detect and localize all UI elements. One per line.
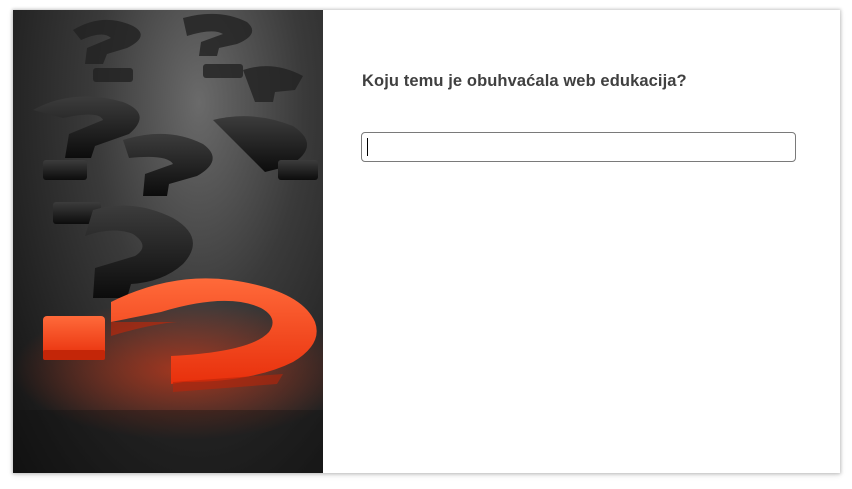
question-text: Koju temu je obuhvaćala web edukacija? [362,72,687,90]
text-cursor [367,138,368,156]
question-panel: Koju temu je obuhvaćala web edukacija? [323,10,840,473]
answer-input[interactable] [361,132,796,162]
question-marks-illustration [13,13,323,473]
question-marks-image [13,10,323,473]
question-card: Koju temu je obuhvaćala web edukacija? [13,10,840,473]
